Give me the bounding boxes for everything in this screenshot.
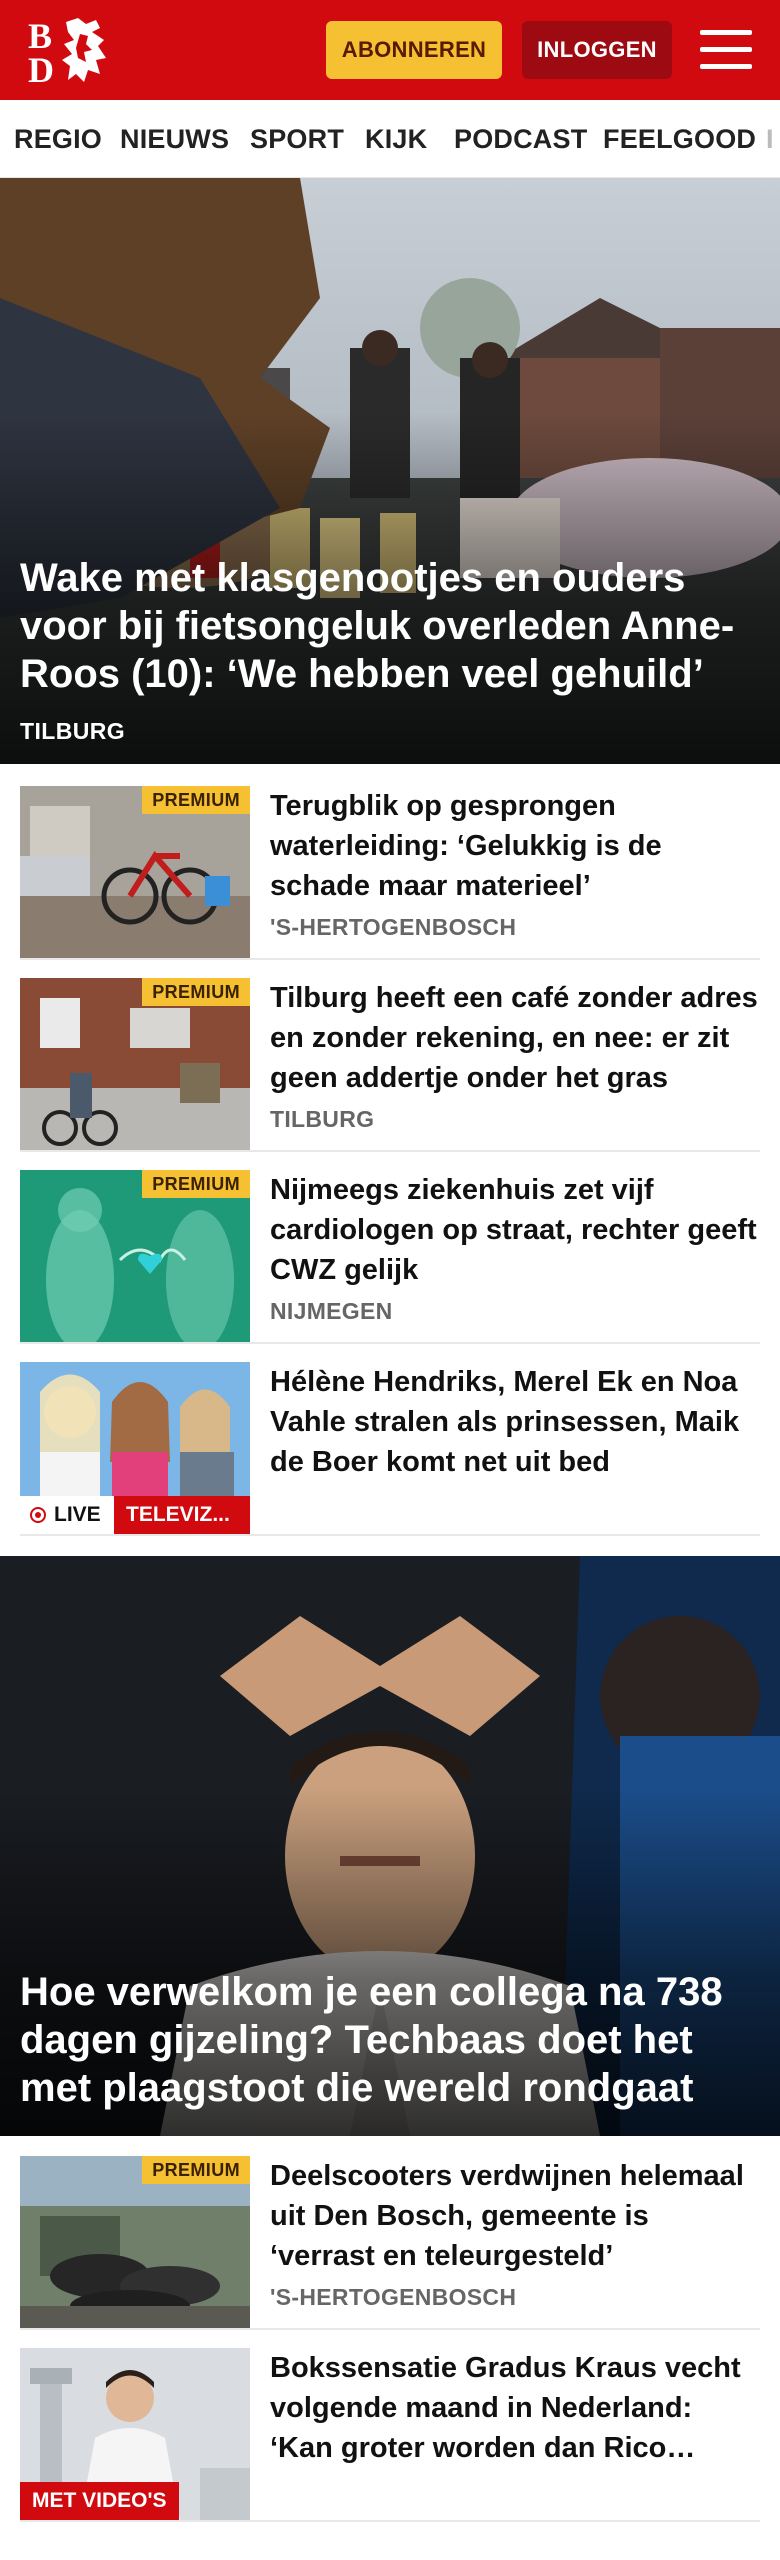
premium-badge: PREMIUM [142, 1170, 250, 1198]
article-headline[interactable]: Terugblik op gesprongen waterleiding: ‘G… [270, 786, 760, 906]
article-thumbnail: PREMIUM [20, 2156, 250, 2328]
article-headline[interactable]: Bokssensatie Gradus Kraus vecht volgende… [270, 2348, 760, 2468]
article-thumbnail: MET VIDEO'S [20, 2348, 250, 2520]
nav-item-feelgood[interactable]: FEELGOOD [603, 124, 756, 155]
article-item[interactable]: PREMIUM Deelscooters verdwijnen helemaal… [20, 2156, 760, 2330]
video-badge: MET VIDEO'S [20, 2482, 179, 2520]
premium-badge: PREMIUM [142, 786, 250, 814]
subscribe-button[interactable]: ABONNEREN [326, 21, 502, 79]
nav-item-more[interactable]: I [766, 124, 774, 155]
article-headline[interactable]: Nijmeegs ziekenhuis zet vijf cardiologen… [270, 1170, 760, 1290]
article-thumbnail: PREMIUM [20, 1170, 250, 1342]
hero-headline[interactable]: Wake met klasgenootjes en ouders voor bi… [20, 554, 760, 698]
article-location: NIJMEGEN [270, 1298, 393, 1324]
live-dot-icon [30, 1507, 46, 1523]
login-button[interactable]: INLOGGEN [522, 21, 672, 79]
article-headline[interactable]: Hélène Hendriks, Merel Ek en Noa Vahle s… [270, 1362, 760, 1482]
hero-article-wake[interactable]: Wake met klasgenootjes en ouders voor bi… [0, 178, 780, 764]
nav-item-sport[interactable]: SPORT [250, 124, 344, 155]
article-location: 'S-HERTOGENBOSCH [270, 914, 517, 940]
hamburger-menu-icon[interactable] [700, 28, 752, 72]
bd-logo[interactable]: B D [26, 14, 116, 86]
article-headline[interactable]: Deelscooters verdwijnen helemaal uit Den… [270, 2156, 760, 2276]
premium-badge: PREMIUM [142, 978, 250, 1006]
article-item[interactable]: MET VIDEO'S Bokssensatie Gradus Kraus ve… [20, 2348, 760, 2522]
article-location: 'S-HERTOGENBOSCH [270, 2284, 517, 2310]
premium-badge: PREMIUM [142, 2156, 250, 2184]
article-item[interactable]: PREMIUM Tilburg heeft een café zonder ad… [20, 978, 760, 1152]
article-item[interactable]: PREMIUM Terugblik op gesprongen waterlei… [20, 786, 760, 960]
top-bar: B D ABONNEREN INLOGGEN [0, 0, 780, 100]
hero-headline[interactable]: Hoe verwelkom je een collega na 738 dage… [20, 1968, 760, 2112]
hero-location: TILBURG [20, 718, 126, 744]
svg-text:D: D [28, 50, 54, 86]
article-location: TILBURG [270, 1106, 375, 1132]
article-item[interactable]: LIVE TELEVIZ... Hélène Hendriks, Merel E… [20, 1362, 760, 1536]
article-headline[interactable]: Tilburg heeft een café zonder adres en z… [270, 978, 760, 1098]
nav-item-kijk[interactable]: KIJK [365, 124, 427, 155]
nav-item-podcast[interactable]: PODCAST [454, 124, 587, 155]
nav-item-nieuws[interactable]: NIEUWS [120, 124, 229, 155]
article-thumbnail: PREMIUM [20, 978, 250, 1150]
hero-article-techbaas[interactable]: Hoe verwelkom je een collega na 738 dage… [0, 1556, 780, 2136]
nav-item-regio[interactable]: REGIO [14, 124, 102, 155]
live-label: LIVE [54, 1503, 101, 1526]
article-thumbnail: LIVE TELEVIZ... [20, 1362, 250, 1534]
section-nav: REGIO NIEUWS SPORT KIJK PODCAST FEELGOOD… [0, 100, 780, 178]
article-item[interactable]: PREMIUM Nijmeegs ziekenhuis zet vijf car… [20, 1170, 760, 1344]
live-badge: LIVE [20, 1496, 114, 1534]
article-thumbnail: PREMIUM [20, 786, 250, 958]
category-badge: TELEVIZ... [114, 1496, 250, 1534]
